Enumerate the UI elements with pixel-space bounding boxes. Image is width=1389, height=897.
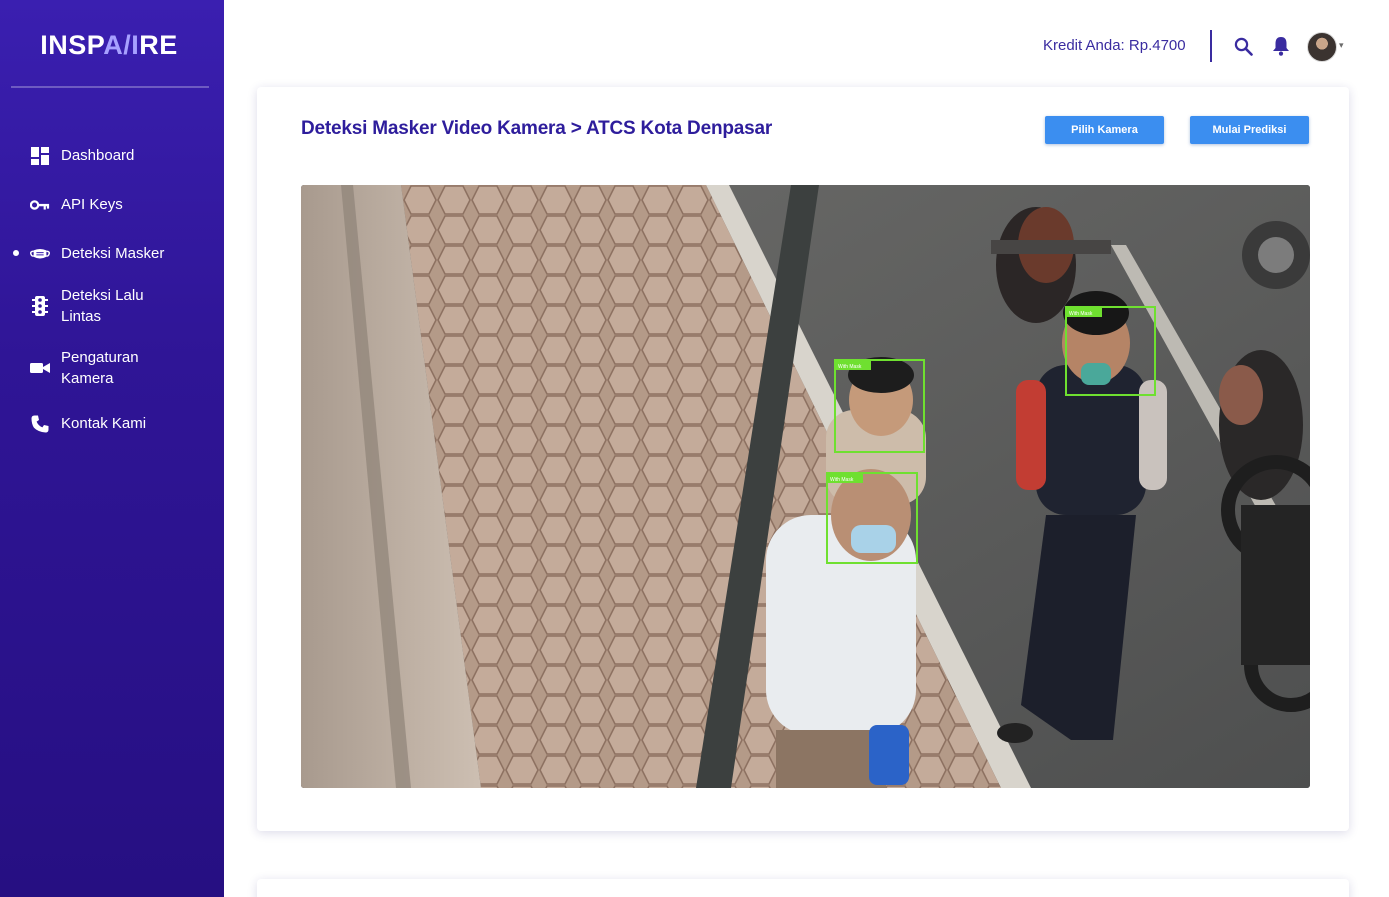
mask-icon — [30, 244, 50, 264]
header-divider — [1210, 30, 1212, 62]
logo-suffix: RE — [139, 30, 178, 60]
avatar[interactable] — [1307, 32, 1337, 62]
video-camera-icon — [30, 358, 50, 378]
sidebar-item-deteksi-lalu-lintas[interactable]: Deteksi Lalu Lintas — [30, 285, 210, 327]
sidebar-item-pengaturan-kamera[interactable]: Pengaturan Kamera — [30, 347, 210, 389]
sidebar-item-dashboard[interactable]: Dashboard — [30, 145, 210, 166]
credit-balance: Kredit Anda: Rp.4700 — [1043, 37, 1186, 54]
traffic-light-icon — [30, 296, 50, 316]
key-icon — [30, 195, 50, 215]
phone-icon — [30, 414, 50, 434]
app-root: INSPA/IRE Dashboard API Keys Deteksi Mas… — [0, 0, 1389, 897]
sidebar-item-label: Deteksi Lalu Lintas — [61, 287, 144, 325]
choose-camera-button[interactable]: Pilih Kamera — [1045, 116, 1164, 144]
sidebar-item-label: Dashboard — [61, 147, 135, 164]
logo-prefix: INSP — [40, 30, 104, 60]
logo-ai: A/I — [103, 30, 140, 60]
sidebar-item-label: API Keys — [61, 196, 123, 213]
camera-feed-scene: With Mask With Mask With Mask — [301, 185, 1310, 788]
sidebar-item-label: Deteksi Masker — [61, 245, 165, 262]
dashboard-icon — [30, 146, 50, 166]
search-icon[interactable] — [1232, 35, 1254, 57]
sidebar-item-label: Pengaturan Kamera — [61, 349, 139, 387]
logo-divider — [11, 86, 209, 88]
camera-video-feed[interactable]: With Mask With Mask With Mask — [301, 185, 1310, 788]
detection-label: With Mask — [830, 477, 854, 483]
logo[interactable]: INSPA/IRE — [0, 30, 218, 61]
detection-label: With Mask — [838, 364, 862, 370]
active-indicator — [13, 250, 19, 256]
chevron-down-icon[interactable]: ▾ — [1339, 40, 1344, 51]
page-title: Deteksi Masker Video Kamera > ATCS Kota … — [301, 118, 773, 139]
bell-icon[interactable] — [1270, 35, 1292, 57]
secondary-card — [257, 879, 1349, 897]
sidebar-item-deteksi-masker[interactable]: Deteksi Masker — [30, 243, 210, 264]
detection-label: With Mask — [1069, 311, 1093, 317]
start-prediction-button[interactable]: Mulai Prediksi — [1190, 116, 1309, 144]
sidebar-item-api-keys[interactable]: API Keys — [30, 194, 210, 215]
sidebar-item-label: Kontak Kami — [61, 415, 147, 432]
sidebar: INSPA/IRE Dashboard API Keys Deteksi Mas… — [0, 0, 224, 897]
mask-detection-card: Deteksi Masker Video Kamera > ATCS Kota … — [257, 87, 1349, 831]
sidebar-item-kontak-kami[interactable]: Kontak Kami — [30, 413, 210, 434]
